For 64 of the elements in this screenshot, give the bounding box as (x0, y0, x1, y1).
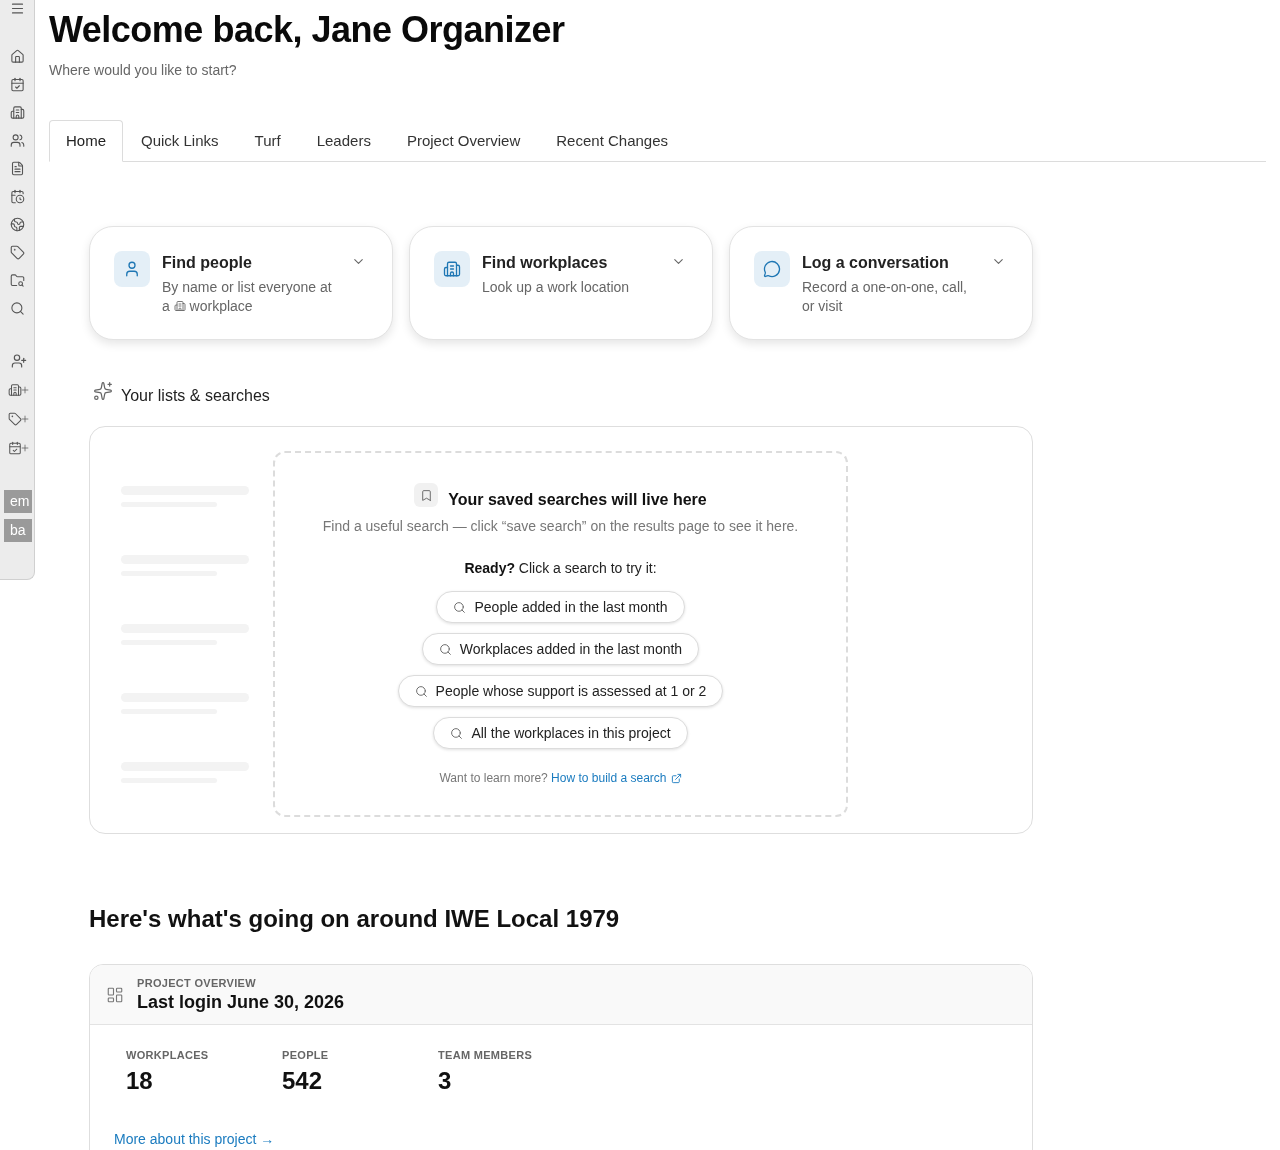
search-icon (450, 726, 464, 740)
add-person-icon[interactable] (10, 352, 27, 369)
card-title: Find workplaces (482, 253, 609, 273)
tag-icon[interactable] (9, 244, 25, 260)
external-link-icon (670, 772, 682, 784)
menu-icon[interactable] (9, 1, 25, 16)
stat-value: 18 (126, 1066, 154, 1096)
project-link[interactable]: More about this project → (114, 1129, 1032, 1149)
tab[interactable]: Leaders (298, 120, 389, 162)
suggested-search-button[interactable]: People whose support is assessed at 1 or 2 (397, 675, 724, 707)
document-icon[interactable] (9, 160, 25, 176)
card-description: Look up a work location (482, 278, 631, 297)
calendar-check-icon[interactable] (9, 76, 25, 92)
tab[interactable]: Quick Links (123, 120, 237, 162)
card-title: Log a conversation (802, 253, 950, 273)
people-icon[interactable] (9, 132, 25, 148)
help-link[interactable]: How to build a search (551, 770, 682, 786)
suggested-search-button[interactable]: People added in the last month (436, 591, 685, 623)
stat-label: PEOPLE (282, 1048, 330, 1062)
search-icon (414, 684, 428, 698)
add-tag-icon[interactable] (7, 411, 30, 426)
search-icon (453, 600, 467, 614)
card-eyebrow: PROJECT OVERVIEW (137, 975, 257, 990)
stat-value: 3 (438, 1066, 453, 1096)
activity-heading: Here's what's going on around IWE Local 1979 (89, 904, 621, 934)
page-subtitle: Where would you like to start? (49, 61, 238, 80)
card-title: Last login June 30, 2026 (137, 990, 345, 1014)
suggestions-prompt: Ready? Click a search to try it: (464, 559, 657, 578)
action-card[interactable]: Find people By name or list everyone at a workplace (89, 226, 393, 340)
learn-more-text: Want to learn more? How to build a search (439, 770, 682, 786)
page-title: Welcome back, Jane Organizer (49, 8, 566, 50)
card-description: Record a one-on-one, call, or visit (802, 278, 968, 316)
person-icon (114, 251, 150, 287)
add-building-icon[interactable] (7, 382, 30, 397)
search-icon[interactable] (9, 300, 25, 316)
globe-icon[interactable] (9, 216, 25, 232)
folder-search-icon[interactable] (9, 272, 25, 288)
suggested-search-button[interactable]: All the workplaces in this project (433, 717, 688, 749)
building-icon[interactable] (9, 104, 25, 120)
empty-state-title: Your saved searches will live here (448, 490, 707, 510)
tab[interactable]: Turf (236, 120, 299, 162)
tab[interactable]: Home (49, 120, 123, 162)
tab[interactable]: Project Overview (388, 120, 539, 162)
section-title: Your lists & searches (121, 386, 270, 406)
chat-bubble-icon (754, 251, 790, 287)
empty-state-description: Find a useful search — click “save search” on the results page to see it here. (322, 517, 799, 536)
action-card[interactable]: Find workplaces Look up a work location (409, 226, 713, 340)
dashboard-icon (106, 985, 124, 1004)
card-title: Find people (162, 253, 253, 273)
stat-label: TEAM MEMBERS (438, 1048, 534, 1062)
stat-label: WORKPLACES (126, 1048, 210, 1062)
card-description: By name or list everyone at a workplace (162, 278, 333, 316)
calendar-clock-icon[interactable] (9, 188, 25, 204)
suggested-search-button[interactable]: Workplaces added in the last month (421, 633, 700, 665)
add-calendar-icon[interactable] (7, 440, 30, 455)
sparkles-icon (93, 381, 113, 401)
building-icon (434, 251, 470, 287)
stat-value: 542 (282, 1066, 324, 1096)
building-icon (173, 300, 186, 312)
search-icon (438, 642, 452, 656)
action-card[interactable]: Log a conversation Record a one-on-one, call, or visit (729, 226, 1033, 340)
bookmark-icon (414, 483, 439, 507)
tab[interactable]: Recent Changes (538, 120, 686, 162)
home-icon[interactable] (9, 48, 25, 64)
